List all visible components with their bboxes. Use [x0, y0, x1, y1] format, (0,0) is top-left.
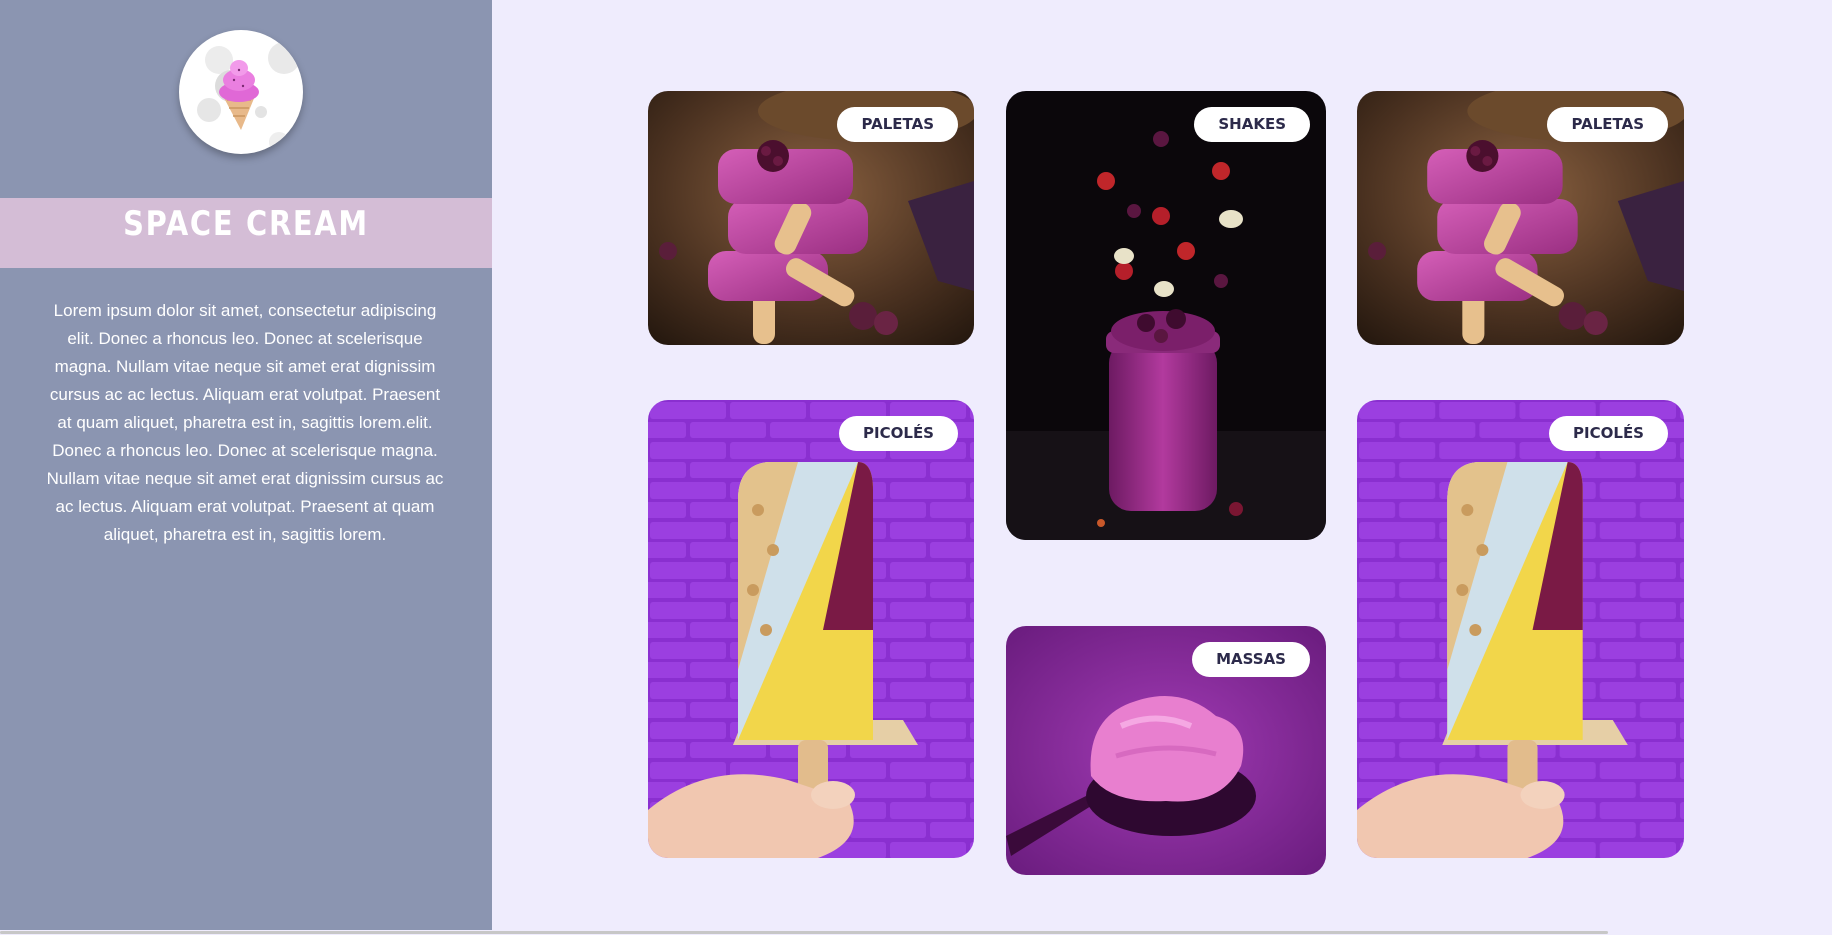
ice-cream-cone-icon[interactable] [179, 30, 303, 154]
gallery-card-paletas[interactable]: PALETAS [1357, 91, 1684, 345]
card-label: SHAKES [1194, 107, 1310, 142]
dipped-popsicle-brick-wall-photo [1357, 400, 1684, 858]
gallery-card-paletas[interactable]: PALETAS [648, 91, 974, 345]
title-band: SPACE CREAM [0, 198, 492, 268]
card-label: PICOLÉS [839, 416, 958, 451]
scrollbar-thumb[interactable] [0, 931, 1608, 934]
brand-title: SPACE CREAM [123, 204, 369, 244]
about-text: Lorem ipsum dolor sit amet, consectetur … [46, 301, 444, 544]
card-label: MASSAS [1192, 642, 1310, 677]
card-label: PALETAS [1547, 107, 1668, 142]
card-label: PICOLÉS [1549, 416, 1668, 451]
gallery-card-picoles[interactable]: PICOLÉS [1357, 400, 1684, 858]
card-label: PALETAS [837, 107, 958, 142]
gallery-card-picoles[interactable]: PICOLÉS [648, 400, 974, 858]
dipped-popsicle-brick-wall-photo [648, 400, 974, 858]
gallery-card-shakes[interactable]: SHAKES [1006, 91, 1326, 540]
gallery-card-massas[interactable]: MASSAS [1006, 626, 1326, 875]
berry-shake-jar-photo [1006, 91, 1326, 540]
sidebar: SPACE CREAM Lorem ipsum dolor sit amet, … [0, 0, 492, 935]
